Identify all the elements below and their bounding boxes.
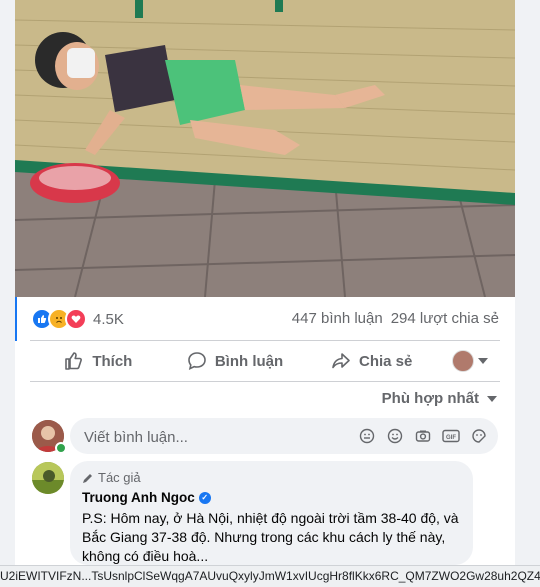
selection-accent-bar [15, 297, 17, 341]
reaction-as-selector[interactable] [440, 350, 500, 372]
camera-icon[interactable] [414, 427, 432, 445]
comment-text: P.S: Hôm nay, ở Hà Nội, nhiệt độ ngoài t… [82, 510, 459, 564]
comment-author[interactable]: Truong Anh Ngoc ✓ [82, 490, 211, 505]
comment-label: Bình luận [214, 352, 284, 370]
comment-sort-dropdown[interactable]: Phù hợp nhất [382, 390, 497, 407]
chevron-down-icon [487, 395, 497, 402]
avatar-sticker-icon[interactable] [358, 427, 376, 445]
post-actions: Thích Bình luận Chia sẻ [30, 343, 500, 379]
reactions-summary[interactable]: 4.5K [31, 308, 124, 330]
pencil-icon [83, 473, 92, 483]
comment-bubble: Tác giả Truong Anh Ngoc ✓ P.S: Hôm nay, … [70, 461, 473, 565]
verified-badge-icon: ✓ [198, 491, 211, 504]
love-icon [65, 308, 87, 330]
sticker-icon[interactable] [470, 427, 488, 445]
post-photo[interactable] [15, 0, 515, 297]
comment-composer: GIF [70, 418, 498, 456]
engagement-stats: 447 bình luận 294 lượt chia sẻ [292, 310, 499, 327]
status-bar-url: U2iEWITVIFzN...TsUsnlpClSeWqgA7AUvuQxyly… [0, 565, 540, 587]
author-badge: Tác giả [82, 470, 141, 485]
post-card: 4.5K 447 bình luận 294 lượt chia sẻ Thíc… [15, 0, 515, 586]
divider [30, 381, 500, 382]
share-count[interactable]: 294 lượt chia sẻ [391, 310, 499, 327]
online-status-dot [55, 442, 67, 454]
reaction-count[interactable]: 4.5K [93, 311, 124, 328]
comment-input[interactable] [82, 418, 346, 456]
like-button[interactable]: Thích [30, 344, 167, 378]
comment-icon [188, 352, 206, 371]
comment-count[interactable]: 447 bình luận [292, 310, 383, 327]
chevron-down-icon [478, 358, 489, 364]
gif-icon[interactable]: GIF [442, 427, 460, 445]
share-icon [332, 353, 350, 369]
svg-text:GIF: GIF [446, 435, 456, 441]
share-label: Chia sẻ [359, 352, 413, 370]
comment-author-name[interactable]: Truong Anh Ngoc [82, 490, 195, 505]
sort-label: Phù hợp nhất [381, 390, 479, 407]
emoji-icon[interactable] [386, 427, 404, 445]
avatar [452, 350, 475, 372]
like-label: Thích [92, 352, 133, 370]
post-photo-image [15, 0, 515, 297]
author-badge-label: Tác giả [98, 470, 141, 485]
share-button[interactable]: Chia sẻ [303, 344, 440, 378]
avatar[interactable] [32, 462, 64, 494]
thumbs-up-icon [65, 352, 83, 370]
comment-button[interactable]: Bình luận [167, 344, 304, 378]
divider [30, 340, 500, 341]
composer-tools: GIF [358, 427, 488, 445]
